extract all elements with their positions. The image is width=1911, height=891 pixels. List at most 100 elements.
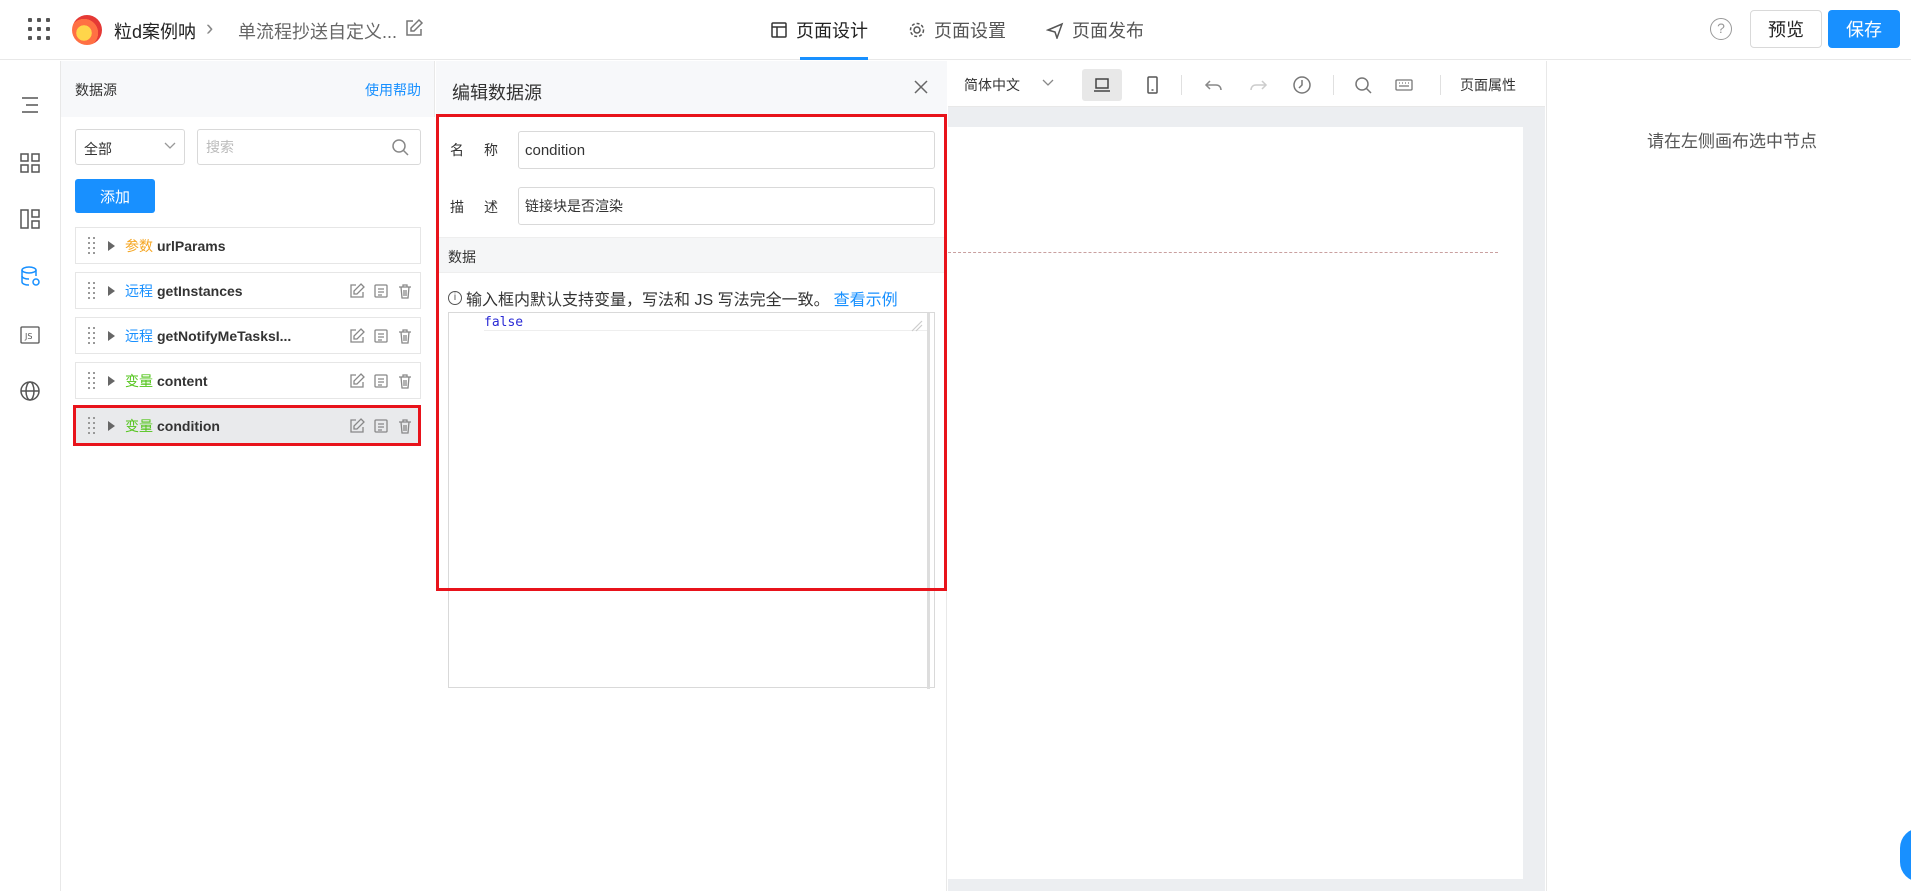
laptop-icon [1094,78,1110,92]
item-actions [348,417,414,435]
redo-icon [1250,80,1268,91]
tab-page-design[interactable]: 页面设计 [770,0,868,60]
breadcrumb-chevron-icon: › [206,15,214,40]
history-button[interactable] [1282,69,1322,101]
canvas-toolbar: 简体中文 页面属性 [948,61,1545,107]
tab-page-settings[interactable]: 页面设置 [908,0,1006,60]
item-actions [348,327,414,345]
page-properties-button[interactable]: 页面属性 [1460,75,1516,95]
datasource-type: 变量 [125,417,153,434]
edit-icon[interactable] [348,372,366,390]
edit-icon[interactable] [348,417,366,435]
expand-caret-icon[interactable] [108,285,115,296]
expand-caret-icon[interactable] [108,375,115,386]
canvas-page[interactable] [948,127,1523,879]
info-icon: i [448,291,462,305]
expand-caret-icon[interactable] [108,420,115,431]
undo-icon [1204,80,1222,91]
datasource-icon[interactable] [18,265,42,289]
datasource-name: condition [157,417,220,434]
datasource-item-3[interactable]: 变量 content [75,362,421,399]
delete-icon[interactable] [396,417,414,435]
datasource-name: content [157,372,208,389]
view-example-link[interactable]: 查看示例 [834,286,898,310]
copy-icon[interactable] [372,372,390,390]
datasource-name: getInstances [157,282,243,299]
desktop-view-button[interactable] [1082,69,1122,101]
save-button[interactable]: 保存 [1828,10,1900,48]
data-section-header: 数据 [436,237,947,273]
type-filter-select[interactable]: 全部 [75,129,185,165]
apps-grid-icon[interactable] [28,18,50,40]
drag-handle-icon[interactable] [88,236,96,255]
main-tabs: 页面设计 页面设置 页面发布 [770,0,1144,60]
search-icon[interactable] [391,138,409,156]
help-icon[interactable]: ? [1710,18,1732,40]
delete-icon[interactable] [396,372,414,390]
mobile-view-button[interactable] [1132,69,1172,101]
code-editor[interactable]: false [448,312,935,689]
undo-button[interactable] [1194,69,1234,101]
description-field[interactable] [518,187,935,225]
expand-icon[interactable] [910,319,924,333]
edit-icon[interactable] [348,327,366,345]
drag-handle-icon[interactable] [88,326,96,345]
info-text: 输入框内默认支持变量，写法和 JS 写法完全一致。 [466,292,830,309]
empty-selection-hint: 请在左侧画布选中节点 [1647,132,1817,151]
tab-page-publish[interactable]: 页面发布 [1046,0,1144,60]
datasource-list: 参数 urlParams 远程 getInstances 远程 getNotifyMeTa… [75,227,421,452]
page-name[interactable]: 单流程抄送自定义... [238,18,397,44]
datasource-item-0[interactable]: 参数 urlParams [75,227,421,264]
edit-panel-title: 编辑数据源 [452,83,542,103]
drag-handle-icon[interactable] [88,371,96,390]
app-logo [72,15,102,45]
edit-icon[interactable] [348,282,366,300]
copy-icon[interactable] [372,327,390,345]
language-select[interactable]: 简体中文 [964,75,1020,95]
scrollbar[interactable] [927,313,930,689]
copy-icon[interactable] [372,417,390,435]
drag-handle-icon[interactable] [88,416,96,435]
phone-icon [1147,76,1158,94]
edit-icon[interactable] [404,18,424,38]
redo-button[interactable] [1238,69,1278,101]
search-button[interactable] [1343,69,1383,101]
preview-button[interactable]: 预览 [1750,10,1822,48]
gear-icon [909,22,925,38]
globe-icon[interactable] [18,379,42,403]
copy-icon[interactable] [372,282,390,300]
item-actions [348,372,414,390]
datasource-item-2[interactable]: 远程 getNotifyMeTasksI... [75,317,421,354]
keyboard-shortcuts-button[interactable] [1384,69,1424,101]
app-name[interactable]: 粒d案例呐 [114,18,196,44]
help-link[interactable]: 使用帮助 [365,80,421,100]
chevron-down-icon[interactable] [1042,79,1054,87]
close-icon[interactable] [911,77,931,97]
name-field[interactable] [518,131,935,169]
datasource-item-4[interactable]: 变量 condition [75,407,421,444]
layout-icon [771,22,787,38]
search-input[interactable] [197,129,421,165]
code-line: false [484,315,929,331]
delete-icon[interactable] [396,327,414,345]
js-code-icon[interactable]: JS [18,323,42,347]
components-icon[interactable] [18,151,42,175]
datasource-title: 数据源 [75,82,117,98]
delete-icon[interactable] [396,282,414,300]
add-button[interactable]: 添加 [75,179,155,213]
expand-caret-icon[interactable] [108,240,115,251]
chevron-down-icon [164,142,176,149]
layout-panel-icon[interactable] [18,207,42,231]
outline-tree-icon[interactable] [18,93,42,117]
expand-caret-icon[interactable] [108,330,115,341]
properties-panel: 请在左侧画布选中节点 [1546,61,1911,891]
send-icon [1046,22,1064,39]
datasource-item-1[interactable]: 远程 getInstances [75,272,421,309]
datasource-header: 数据源 使用帮助 [61,61,435,117]
tab-label: 页面设计 [796,21,868,41]
type-filter-value: 全部 [84,141,112,157]
drag-handle-icon[interactable] [88,281,96,300]
datasource-type: 参数 [125,237,153,254]
datasource-panel: 数据源 使用帮助 全部 添加 参数urlParams 远程getInstances… [61,61,435,891]
svg-text:JS: JS [24,332,32,341]
